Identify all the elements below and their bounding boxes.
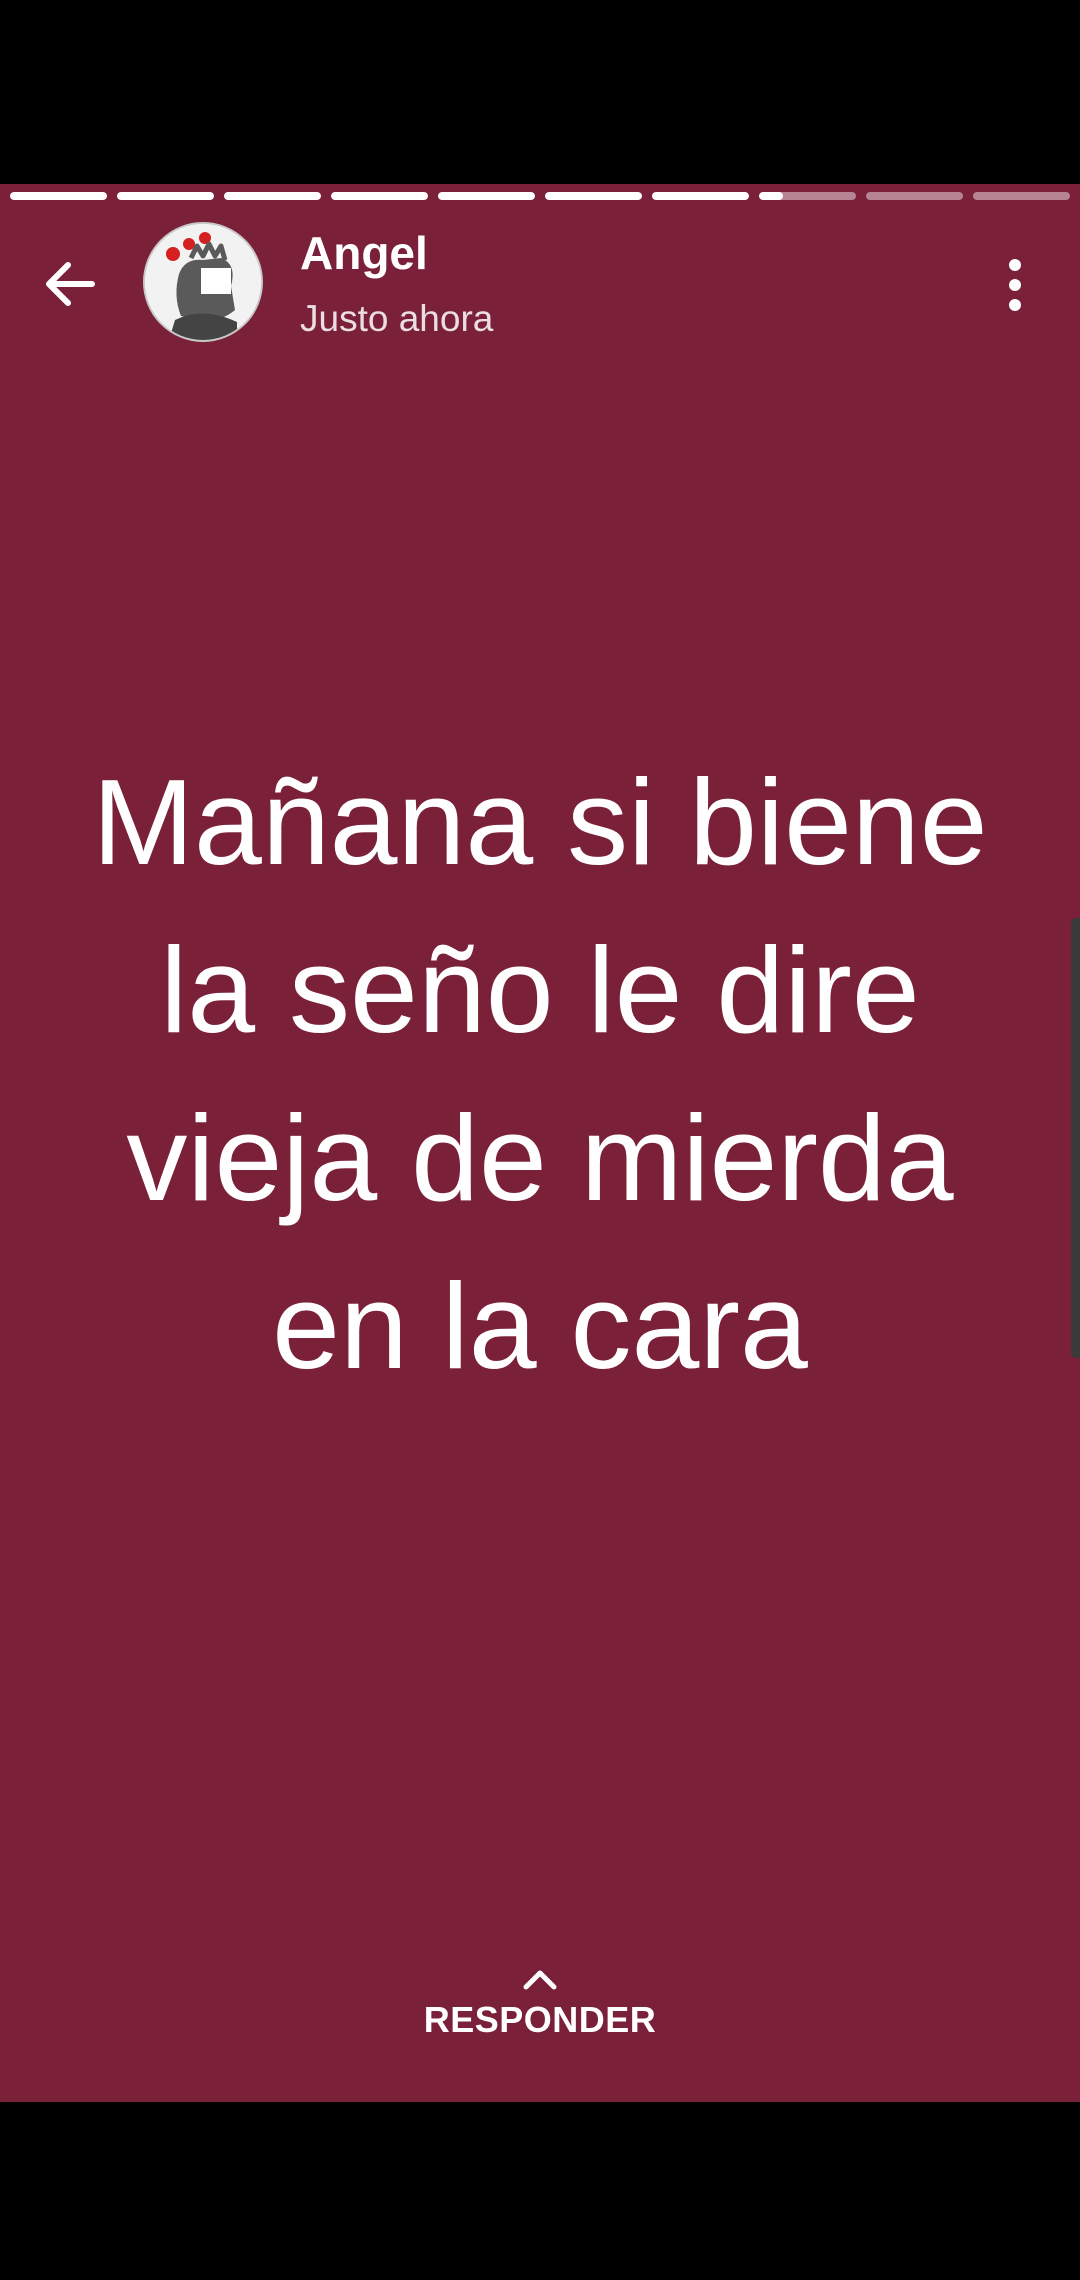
avatar[interactable] <box>143 222 263 342</box>
progress-segment-fill <box>331 192 428 200</box>
story-timestamp: Justo ahora <box>300 298 494 339</box>
progress-segment <box>224 192 321 200</box>
progress-segment-fill <box>438 192 535 200</box>
story-text: Mañana si biene la seño le dire vieja de… <box>92 754 988 1394</box>
progress-segment-fill <box>224 192 321 200</box>
chevron-up-icon <box>523 1970 557 1990</box>
progress-segment <box>652 192 749 200</box>
navigation-bar-area <box>0 2102 1080 2280</box>
progress-segment-fill <box>759 192 784 200</box>
progress-segment <box>438 192 535 200</box>
back-button[interactable] <box>30 244 110 324</box>
arrow-left-icon <box>46 262 95 306</box>
edge-panel-handle[interactable] <box>1071 918 1080 1358</box>
progress-segment-fill <box>117 192 214 200</box>
progress-segment <box>866 192 963 200</box>
progress-segment <box>331 192 428 200</box>
progress-segment <box>117 192 214 200</box>
story-author-name[interactable]: Angel <box>300 230 428 276</box>
reply-label: RESPONDER <box>423 1999 657 2040</box>
progress-segment <box>759 192 856 200</box>
status-bar-area <box>0 0 1080 184</box>
progress-segment <box>545 192 642 200</box>
profile-picture-icon <box>145 224 261 340</box>
more-vertical-icon <box>1009 259 1021 311</box>
progress-segment <box>10 192 107 200</box>
progress-segment-fill <box>652 192 749 200</box>
reply-button[interactable]: RESPONDER <box>390 1965 690 2075</box>
more-options-button[interactable] <box>985 250 1045 320</box>
story-progress-bar <box>10 192 1070 200</box>
progress-segment-fill <box>545 192 642 200</box>
progress-segment <box>973 192 1070 200</box>
progress-segment-fill <box>10 192 107 200</box>
